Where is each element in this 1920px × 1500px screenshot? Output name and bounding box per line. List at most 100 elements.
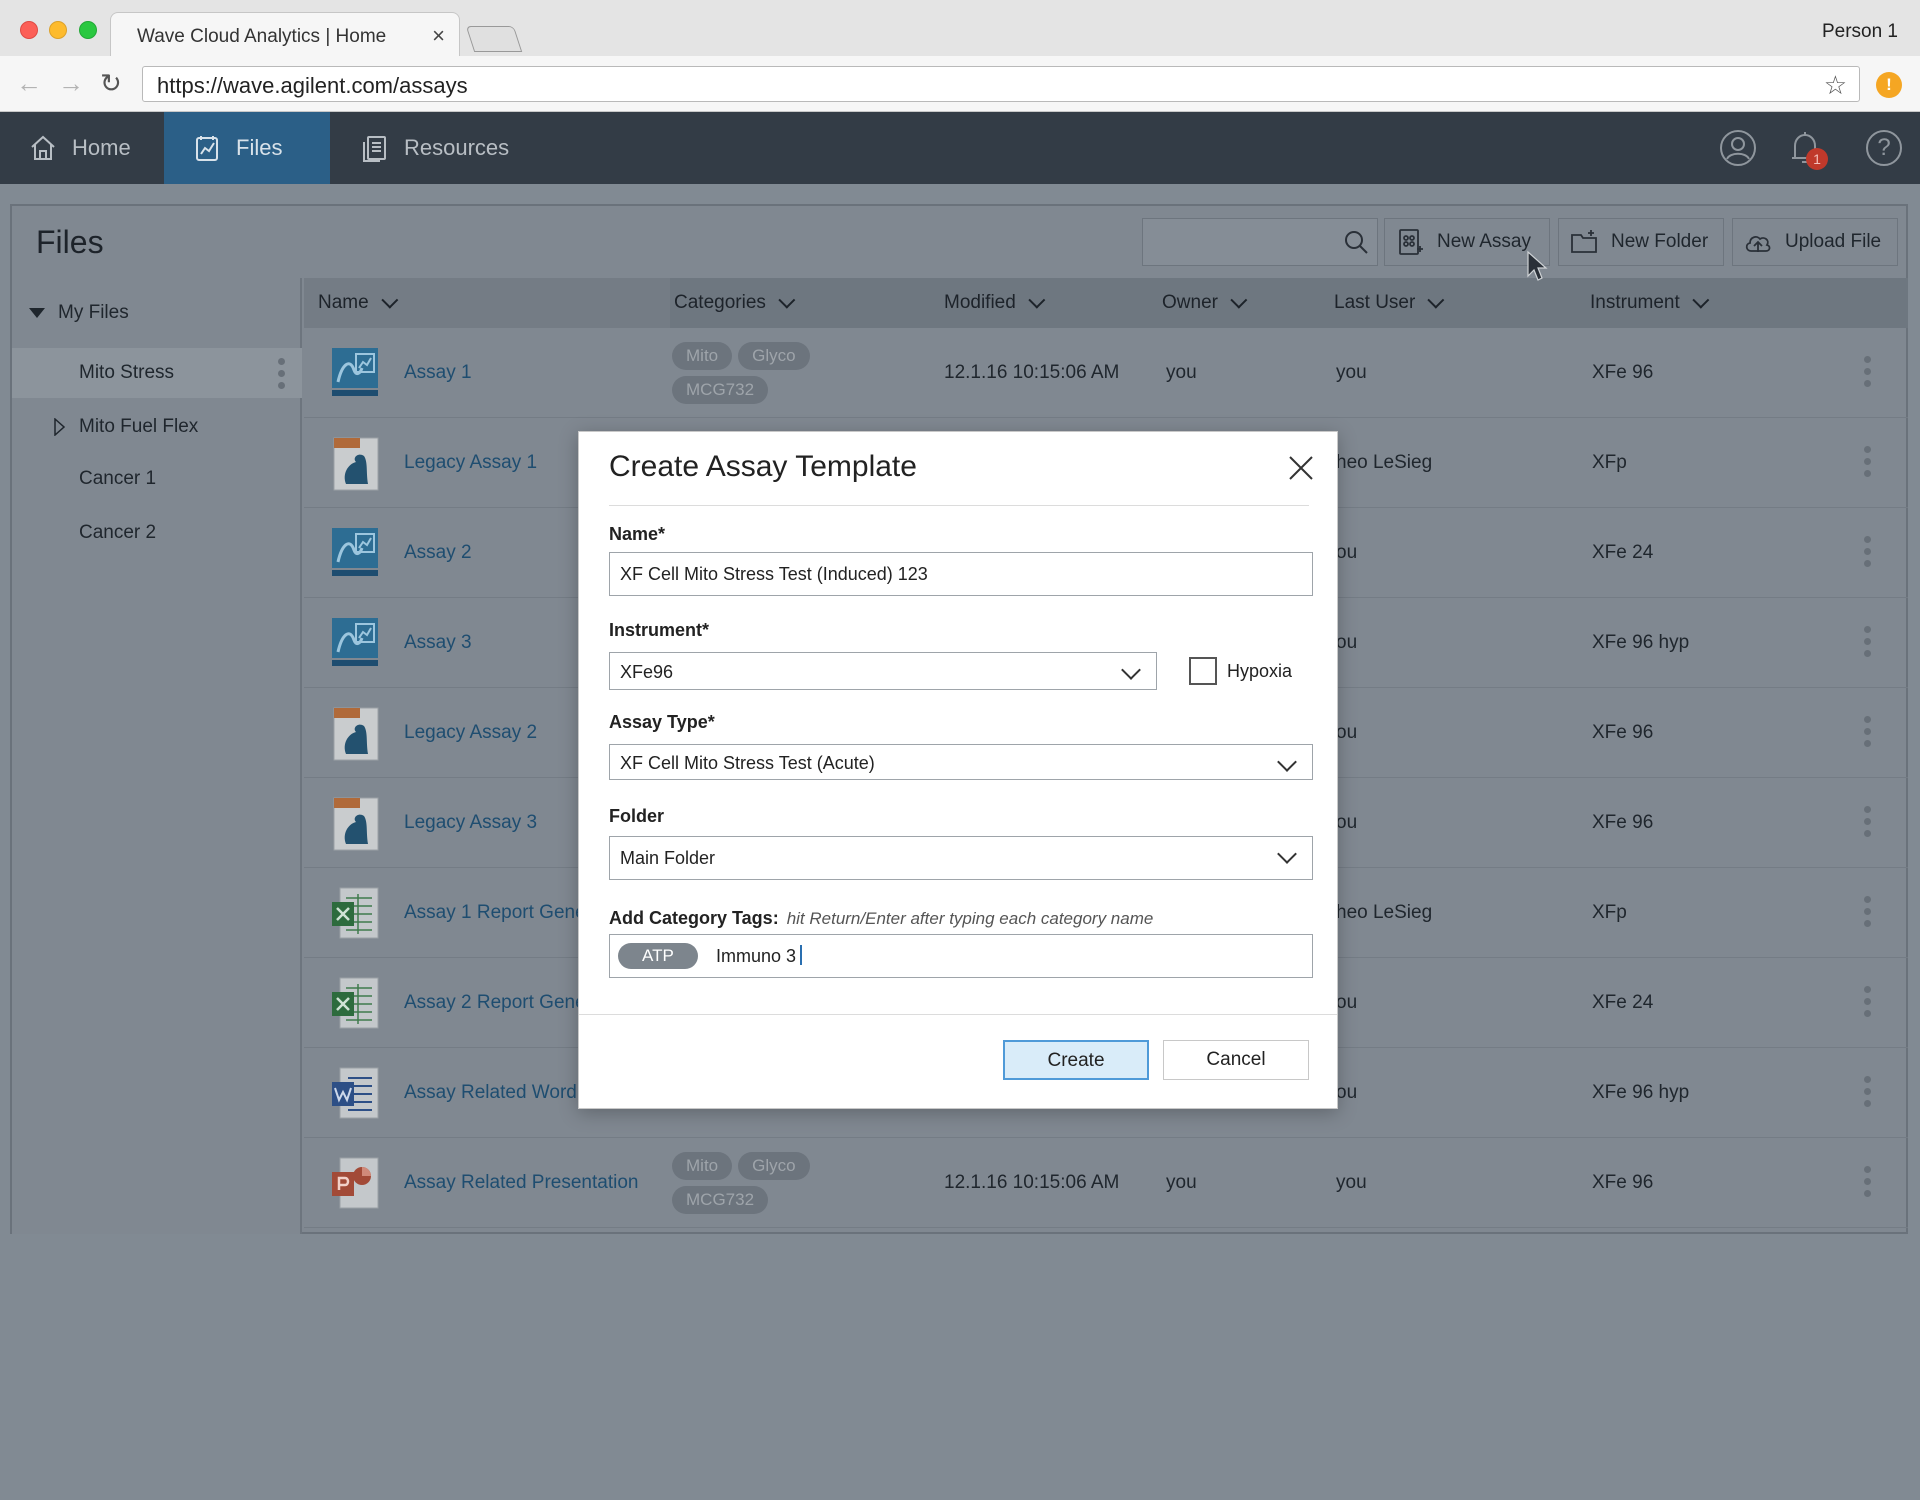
address-bar[interactable]: https://wave.agilent.com/assays ☆ [142,66,1860,102]
row-more-options-icon[interactable] [1864,536,1872,572]
file-name-link[interactable]: Legacy Assay 2 [404,688,537,778]
upload-file-button[interactable]: Upload File [1732,218,1898,266]
sidebar-item-mito-fuel-flex[interactable]: Mito Fuel Flex [12,402,302,452]
file-name-link[interactable]: Assay 2 Report Gene [404,958,586,1048]
table-row[interactable]: Assay 1 Mito Glyco MCG732 12.1.16 10:15:06 A… [304,328,1908,418]
category-tags-hint: hit Return/Enter after typing each categ… [786,909,1154,928]
column-header-last-user[interactable]: Last User [1334,278,1445,328]
files-chart-icon [196,136,218,161]
more-options-icon[interactable] [278,358,286,394]
instrument-name: XFe 96 [1592,722,1654,743]
name-field[interactable]: XF Cell Mito Stress Test (Induced) 123 [609,552,1313,596]
column-label: Name [318,292,369,313]
last-user-name: ou [1336,632,1358,653]
sidebar-item-mito-stress[interactable]: Mito Stress [12,348,302,398]
reload-icon[interactable]: ↻ [100,70,122,96]
row-more-options-icon[interactable] [1864,1076,1872,1112]
file-name-link[interactable]: Legacy Assay 1 [404,418,537,508]
sort-chevron-icon [778,291,796,309]
legacy-assay-icon [328,704,384,762]
mouse-pointer-icon [1527,250,1548,281]
sidebar-item-my-files[interactable]: My Files [12,288,302,338]
help-icon[interactable]: ? [1866,130,1902,166]
forward-arrow-icon[interactable]: → [58,70,84,96]
sidebar-item-cancer-2[interactable]: Cancer 2 [12,508,302,558]
instrument-name: XFe 96 hyp [1592,632,1690,653]
assay-icon [328,524,384,582]
file-name-link[interactable]: Assay 3 [404,598,472,688]
cancel-button[interactable]: Cancel [1163,1040,1309,1080]
minimize-window-button[interactable] [49,21,67,39]
search-icon[interactable] [1343,229,1369,255]
back-arrow-icon[interactable]: ← [16,70,42,96]
hypoxia-checkbox[interactable] [1189,657,1217,685]
nav-files[interactable]: Files [164,112,330,184]
new-folder-button[interactable]: New Folder [1558,218,1724,266]
url-text: https://wave.agilent.com/assays [157,73,468,98]
file-name-link[interactable]: Assay 1 [404,328,472,418]
assay-icon [328,344,384,402]
column-label: Last User [1334,292,1416,313]
instrument-select[interactable]: XFe96 [609,652,1157,690]
new-assay-icon [1399,229,1423,255]
row-more-options-icon[interactable] [1864,1166,1872,1202]
profile-name[interactable]: Person 1 [1822,21,1898,43]
files-header: Files New Assay New Folder Upload File [12,206,1906,278]
last-user-name: you [1336,362,1367,383]
nav-resources[interactable]: Resources [332,112,542,184]
nav-home[interactable]: Home [0,112,164,184]
sidebar-item-label: Cancer 2 [79,522,157,543]
file-name-link[interactable]: Assay Related Word [404,1048,577,1138]
page-title: Files [36,224,104,260]
folder-select-value: Main Folder [620,848,716,868]
file-name-link[interactable]: Assay 2 [404,508,472,598]
column-header-owner[interactable]: Owner [1162,278,1248,328]
create-button[interactable]: Create [1003,1040,1149,1080]
row-more-options-icon[interactable] [1864,626,1872,662]
extension-alert-icon[interactable]: ! [1876,72,1902,98]
browser-tab[interactable]: Wave Cloud Analytics | Home × [110,12,460,56]
nav-resources-label: Resources [404,135,510,160]
new-tab-button[interactable] [465,26,523,52]
maximize-window-button[interactable] [79,21,97,39]
hypoxia-label[interactable]: Hypoxia [1227,661,1292,682]
tab-close-icon[interactable]: × [432,23,445,49]
close-icon[interactable] [1287,454,1315,482]
sidebar-item-cancer-1[interactable]: Cancer 1 [12,454,302,504]
caret-down-icon[interactable] [28,307,46,319]
file-name-link[interactable]: Legacy Assay 3 [404,778,537,868]
row-more-options-icon[interactable] [1864,356,1872,392]
row-more-options-icon[interactable] [1864,716,1872,752]
row-more-options-icon[interactable] [1864,896,1872,932]
notification-count-badge: 1 [1806,148,1828,170]
sort-chevron-icon [1692,291,1710,309]
assay-icon [328,614,384,672]
caret-right-icon[interactable] [54,418,65,436]
column-header-categories[interactable]: Categories [674,278,796,328]
search-input[interactable] [1142,218,1378,266]
row-more-options-icon[interactable] [1864,446,1872,482]
file-name-link[interactable]: Assay 1 Report Gene [404,868,586,958]
instrument-name: XFp [1592,902,1627,923]
sort-chevron-icon [1427,291,1445,309]
row-more-options-icon[interactable] [1864,806,1872,842]
file-name-link[interactable]: Assay Related Presentation [404,1138,638,1228]
bookmark-star-icon[interactable]: ☆ [1824,70,1847,101]
user-account-icon[interactable] [1720,130,1756,166]
category-tag-chip[interactable]: ATP [618,943,698,969]
table-row[interactable]: Assay Related Presentation Mito Glyco MCG73… [304,1138,1908,1228]
column-label: Instrument [1590,292,1680,313]
owner-name: you [1166,1172,1197,1193]
column-header-name[interactable]: Name [304,278,670,328]
folder-select[interactable]: Main Folder [609,836,1313,880]
column-header-modified[interactable]: Modified [944,278,1046,328]
divider [579,1014,1337,1015]
category-tags-input[interactable]: ATP Immuno 3 [609,934,1313,978]
column-header-instrument[interactable]: Instrument [1590,278,1710,328]
close-window-button[interactable] [20,21,38,39]
assay-type-select[interactable]: XF Cell Mito Stress Test (Acute) [609,744,1313,780]
row-more-options-icon[interactable] [1864,986,1872,1022]
owner-name: you [1166,362,1197,383]
instrument-name: XFe 96 [1592,812,1654,833]
sidebar-item-label: Mito Stress [79,362,175,383]
